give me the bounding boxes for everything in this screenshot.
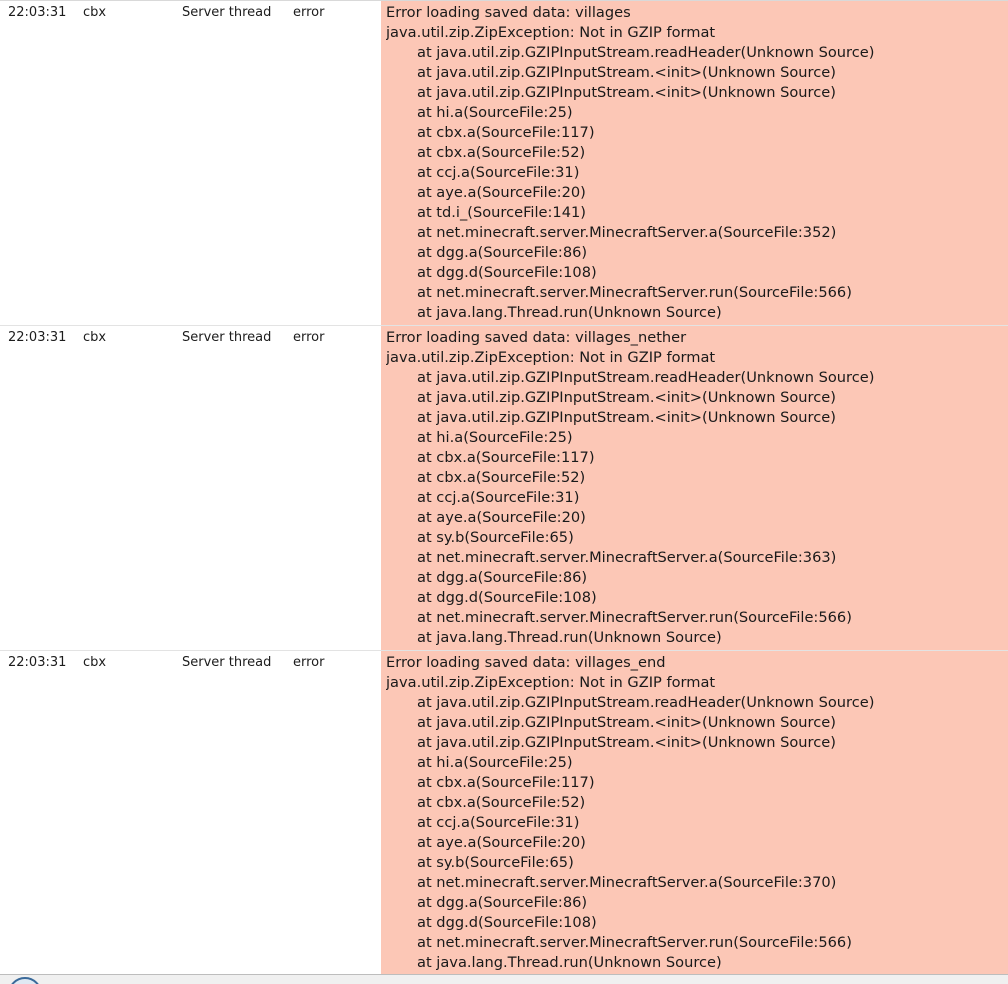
status-bar [0, 974, 1008, 984]
round-status-icon[interactable] [8, 977, 42, 984]
stack-frame: at td.i_(SourceFile:141) [417, 204, 586, 221]
log-entry[interactable]: 22:03:31 cbx Server thread error Error l… [0, 1, 1008, 326]
log-level: error [293, 655, 325, 670]
log-level: error [293, 330, 325, 345]
stack-frame: at java.util.zip.GZIPInputStream.readHea… [417, 694, 875, 711]
log-logger: cbx [83, 330, 107, 345]
stack-frame: at java.lang.Thread.run(Unknown Source) [417, 954, 722, 971]
stack-frame: at ccj.a(SourceFile:31) [417, 489, 580, 506]
stack-frame: at hi.a(SourceFile:25) [417, 104, 573, 121]
stack-frame: at net.minecraft.server.MinecraftServer.… [417, 874, 837, 891]
log-logger: cbx [83, 655, 107, 670]
message-line: java.util.zip.ZipException: Not in GZIP … [386, 674, 716, 691]
stack-frame: at aye.a(SourceFile:20) [417, 509, 586, 526]
stack-frame: at cbx.a(SourceFile:52) [417, 794, 586, 811]
stack-frame: at java.util.zip.GZIPInputStream.readHea… [417, 44, 875, 61]
message-line: java.util.zip.ZipException: Not in GZIP … [386, 349, 716, 366]
stack-frame: at java.util.zip.GZIPInputStream.<init>(… [417, 64, 836, 81]
stack-frame: at dgg.d(SourceFile:108) [417, 914, 597, 931]
stack-frame: at java.util.zip.GZIPInputStream.<init>(… [417, 389, 836, 406]
stack-frame: at net.minecraft.server.MinecraftServer.… [417, 609, 852, 626]
log-message[interactable]: Error loading saved data: villages_nethe… [381, 326, 1008, 650]
log-message[interactable]: Error loading saved data: villages_end j… [381, 651, 1008, 974]
log-thread: Server thread [182, 5, 272, 20]
stack-frame: at aye.a(SourceFile:20) [417, 834, 586, 851]
log-level: error [293, 5, 325, 20]
stack-frame: at net.minecraft.server.MinecraftServer.… [417, 934, 852, 951]
stack-frame: at java.util.zip.GZIPInputStream.<init>(… [417, 714, 836, 731]
stack-frame: at ccj.a(SourceFile:31) [417, 814, 580, 831]
log-message[interactable]: Error loading saved data: villages java.… [381, 1, 1008, 325]
stack-frame: at java.lang.Thread.run(Unknown Source) [417, 304, 722, 321]
log-logger: cbx [83, 5, 107, 20]
stack-frame: at cbx.a(SourceFile:117) [417, 449, 595, 466]
stack-frame: at ccj.a(SourceFile:31) [417, 164, 580, 181]
stack-frame: at cbx.a(SourceFile:117) [417, 124, 595, 141]
stack-frame: at java.lang.Thread.run(Unknown Source) [417, 629, 722, 646]
message-line: Error loading saved data: villages_nethe… [386, 329, 687, 346]
log-entry[interactable]: 22:03:31 cbx Server thread error Error l… [0, 651, 1008, 975]
stack-frame: at cbx.a(SourceFile:117) [417, 774, 595, 791]
stack-frame: at sy.b(SourceFile:65) [417, 529, 574, 546]
message-line: java.util.zip.ZipException: Not in GZIP … [386, 24, 716, 41]
stack-frame: at dgg.d(SourceFile:108) [417, 589, 597, 606]
stack-frame: at net.minecraft.server.MinecraftServer.… [417, 549, 837, 566]
stack-frame: at java.util.zip.GZIPInputStream.<init>(… [417, 409, 836, 426]
stack-frame: at cbx.a(SourceFile:52) [417, 144, 586, 161]
stack-frame: at dgg.a(SourceFile:86) [417, 894, 588, 911]
stack-frame: at aye.a(SourceFile:20) [417, 184, 586, 201]
stack-frame: at sy.b(SourceFile:65) [417, 854, 574, 871]
log-time: 22:03:31 [8, 655, 67, 670]
stack-frame: at cbx.a(SourceFile:52) [417, 469, 586, 486]
stack-frame: at java.util.zip.GZIPInputStream.readHea… [417, 369, 875, 386]
message-line: Error loading saved data: villages [386, 4, 631, 21]
stack-frame: at net.minecraft.server.MinecraftServer.… [417, 284, 852, 301]
log-time: 22:03:31 [8, 330, 67, 345]
stack-frame: at net.minecraft.server.MinecraftServer.… [417, 224, 837, 241]
log-entry[interactable]: 22:03:31 cbx Server thread error Error l… [0, 326, 1008, 651]
stack-frame: at hi.a(SourceFile:25) [417, 429, 573, 446]
log-thread: Server thread [182, 655, 272, 670]
message-line: Error loading saved data: villages_end [386, 654, 666, 671]
stack-frame: at dgg.d(SourceFile:108) [417, 264, 597, 281]
log-table: 22:03:31 cbx Server thread error Error l… [0, 0, 1008, 975]
stack-frame: at dgg.a(SourceFile:86) [417, 569, 588, 586]
stack-frame: at java.util.zip.GZIPInputStream.<init>(… [417, 734, 836, 751]
stack-frame: at hi.a(SourceFile:25) [417, 754, 573, 771]
log-time: 22:03:31 [8, 5, 67, 20]
log-thread: Server thread [182, 330, 272, 345]
stack-frame: at java.util.zip.GZIPInputStream.<init>(… [417, 84, 836, 101]
stack-frame: at dgg.a(SourceFile:86) [417, 244, 588, 261]
